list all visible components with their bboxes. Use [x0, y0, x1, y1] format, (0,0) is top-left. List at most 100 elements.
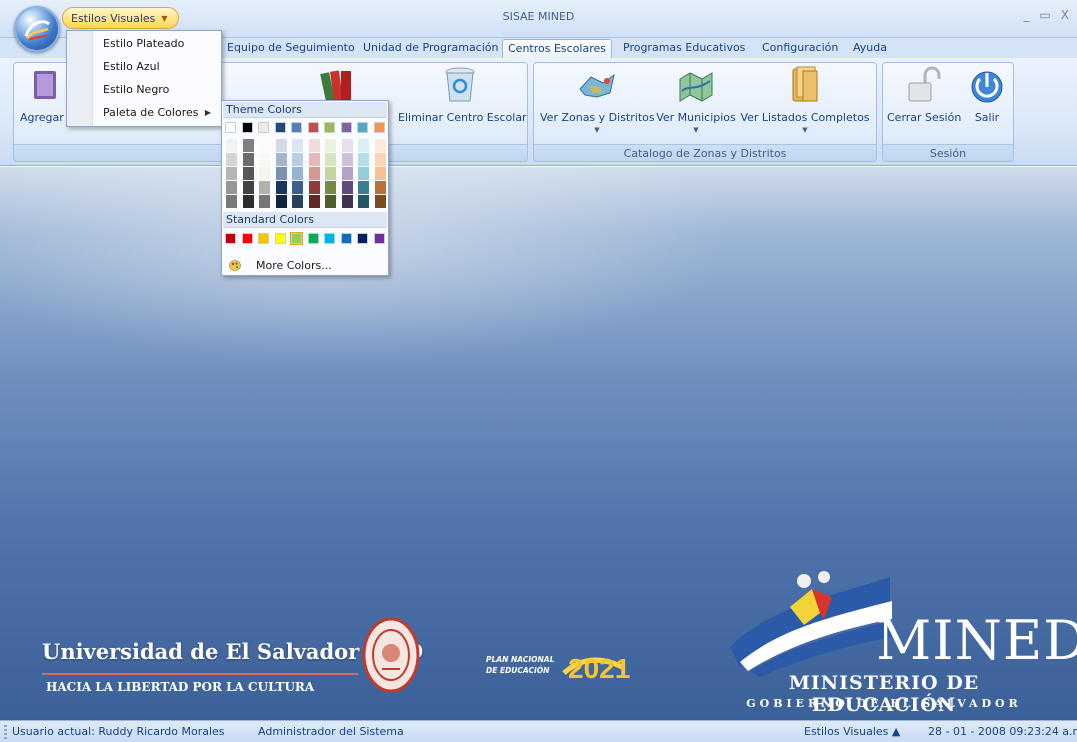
menu-item-estilo-plateado[interactable]: Estilo Plateado [93, 33, 221, 55]
theme-color-swatch[interactable] [373, 122, 385, 133]
theme-tint-swatch[interactable] [325, 181, 336, 194]
theme-color-swatch[interactable] [357, 122, 368, 133]
minimize-button[interactable]: _ [1023, 8, 1029, 22]
theme-tint-swatch[interactable] [358, 195, 369, 208]
theme-tint-swatch[interactable] [259, 181, 270, 194]
ver-listados-completos-button[interactable]: Ver Listados Completos ▼ [740, 65, 870, 134]
tab-programas-educativos[interactable]: Programas Educativos [618, 39, 750, 58]
theme-tint-swatch[interactable] [226, 167, 237, 180]
theme-color-swatch[interactable] [258, 122, 269, 133]
theme-tint-swatch[interactable] [275, 195, 287, 208]
theme-tint-swatch[interactable] [242, 153, 254, 166]
theme-tint-swatch[interactable] [259, 195, 270, 208]
theme-tint-swatch[interactable] [358, 167, 369, 180]
theme-tint-swatch[interactable] [242, 181, 254, 194]
plan-line2: DE EDUCACIÓN [486, 666, 550, 675]
theme-tint-swatch[interactable] [275, 153, 287, 166]
tab-centros-escolares[interactable]: Centros Escolares [502, 39, 613, 58]
standard-color-swatch[interactable] [241, 233, 253, 244]
tab-configuracion[interactable]: Configuración [757, 39, 843, 58]
agregar-button[interactable]: Agregar ( [20, 65, 72, 124]
theme-tint-swatch[interactable] [275, 167, 287, 180]
menu-item-paleta-de-colores[interactable]: Paleta de Colores ▶ [93, 102, 221, 124]
standard-color-swatch[interactable] [340, 233, 352, 244]
theme-tint-swatch[interactable] [374, 139, 386, 152]
mined-wordmark: MINED [876, 609, 1077, 672]
theme-color-swatch[interactable] [241, 122, 253, 133]
standard-color-swatch[interactable] [357, 233, 368, 244]
standard-color-swatch[interactable] [225, 233, 236, 244]
theme-tint-swatch[interactable] [275, 139, 287, 152]
menu-item-estilo-negro[interactable]: Estilo Negro [93, 79, 221, 101]
theme-tint-swatch[interactable] [292, 195, 303, 208]
theme-color-swatch[interactable] [225, 122, 236, 133]
theme-color-swatch[interactable] [291, 122, 302, 133]
theme-tint-swatch[interactable] [358, 139, 369, 152]
theme-tint-swatch[interactable] [341, 167, 353, 180]
theme-tint-swatch[interactable] [292, 153, 303, 166]
theme-tint-swatch[interactable] [358, 181, 369, 194]
application-orb-button[interactable] [14, 6, 60, 52]
theme-tint-swatch[interactable] [341, 139, 353, 152]
tab-equipo-de-seguimiento[interactable]: Equipo de Seguimiento [222, 39, 360, 58]
theme-tint-swatch[interactable] [292, 139, 303, 152]
theme-tint-swatch[interactable] [374, 153, 386, 166]
theme-tint-swatch[interactable] [308, 139, 320, 152]
mined-gobierno: GOBIERNO DE EL SALVADOR [746, 697, 1022, 710]
theme-tint-swatch[interactable] [325, 139, 336, 152]
tab-ayuda[interactable]: Ayuda [848, 39, 892, 58]
theme-tint-swatch[interactable] [374, 167, 386, 180]
theme-color-swatch[interactable] [307, 122, 319, 133]
theme-tint-swatch[interactable] [341, 181, 353, 194]
cerrar-sesion-button[interactable]: Cerrar Sesión [887, 65, 961, 124]
eliminar-centro-escolar-button[interactable]: Eliminar Centro Escolar [398, 65, 527, 124]
theme-tint-swatch[interactable] [341, 153, 353, 166]
menu-item-estilo-azul[interactable]: Estilo Azul [93, 56, 221, 78]
standard-color-swatch[interactable] [373, 233, 385, 244]
color-palette-popup: Theme Colors Standard Colors More Colors… [221, 100, 389, 276]
theme-tint-swatch[interactable] [308, 153, 320, 166]
theme-tint-swatch[interactable] [374, 181, 386, 194]
ver-zonas-y-distritos-button[interactable]: Ver Zonas y Distritos ▼ [540, 65, 655, 134]
theme-tint-swatch[interactable] [259, 167, 270, 180]
theme-tint-swatch[interactable] [308, 181, 320, 194]
standard-color-swatch[interactable] [290, 232, 303, 245]
standard-color-swatch[interactable] [324, 233, 335, 244]
theme-tint-swatch[interactable] [226, 153, 237, 166]
more-colors-button[interactable]: More Colors... [223, 256, 387, 275]
theme-tint-swatch[interactable] [226, 195, 237, 208]
salir-button[interactable]: Salir [967, 65, 1007, 124]
theme-tint-swatch[interactable] [374, 195, 386, 208]
theme-tint-swatch[interactable] [308, 195, 320, 208]
standard-color-swatch[interactable] [258, 233, 269, 244]
ver-municipios-button[interactable]: Ver Municipios ▼ [656, 65, 736, 134]
close-button[interactable]: X [1061, 8, 1069, 22]
standard-color-swatch[interactable] [307, 233, 319, 244]
theme-color-swatch[interactable] [340, 122, 352, 133]
theme-tint-swatch[interactable] [325, 153, 336, 166]
theme-color-swatch[interactable] [324, 122, 335, 133]
maximize-button[interactable]: ▭ [1039, 8, 1050, 22]
status-grip [4, 725, 7, 739]
theme-tint-swatch[interactable] [226, 181, 237, 194]
theme-tint-swatch[interactable] [358, 153, 369, 166]
theme-tint-swatch[interactable] [259, 139, 270, 152]
theme-tint-swatch[interactable] [341, 195, 353, 208]
theme-tint-swatch[interactable] [242, 139, 254, 152]
theme-color-swatch[interactable] [274, 122, 286, 133]
theme-tint-swatch[interactable] [242, 167, 254, 180]
theme-tint-swatch[interactable] [308, 167, 320, 180]
theme-tint-swatch[interactable] [259, 153, 270, 166]
theme-tint-swatch[interactable] [292, 181, 303, 194]
tab-unidad-de-programacion[interactable]: Unidad de Programación [358, 39, 504, 58]
theme-tint-swatch[interactable] [325, 195, 336, 208]
more-colors-label: More Colors... [256, 259, 332, 272]
theme-tint-swatch[interactable] [292, 167, 303, 180]
status-estilos-visuales-button[interactable]: Estilos Visuales ▲ [804, 725, 900, 738]
theme-tint-swatch[interactable] [325, 167, 336, 180]
estilos-visuales-quick-button[interactable]: Estilos Visuales ▼ [62, 7, 179, 29]
theme-tint-swatch[interactable] [226, 139, 237, 152]
theme-tint-swatch[interactable] [242, 195, 254, 208]
theme-tint-swatch[interactable] [275, 181, 287, 194]
standard-color-swatch[interactable] [274, 233, 286, 244]
